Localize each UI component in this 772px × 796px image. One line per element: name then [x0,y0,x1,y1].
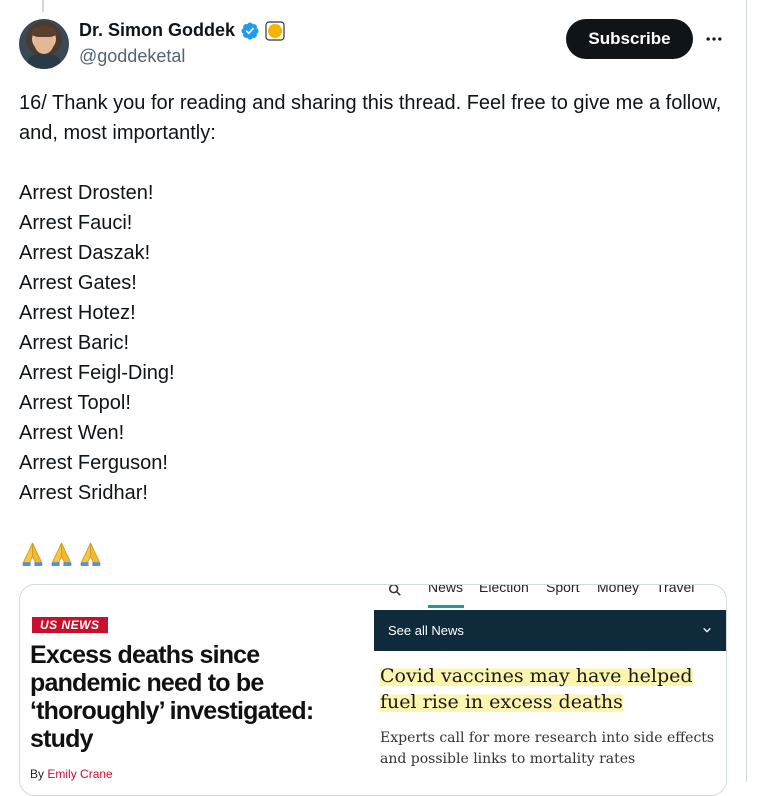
author-avatar[interactable] [19,19,69,69]
byline-author: Emily Crane [47,767,113,781]
chevron-down-icon [702,623,712,638]
see-all-label: See all News [388,623,464,638]
yellow-circle-icon [265,20,285,41]
author-name-row: Dr. Simon Goddek [79,20,285,41]
right-standfirst: Experts call for more research into side… [380,730,715,767]
list-item: Arrest Daszak! [19,242,151,264]
tweet-intro: 16/ Thank you for reading and sharing th… [19,92,722,144]
nav-item-travel: Travel [656,584,695,595]
news-screenshot-left: US NEWS Excess deaths since pandemic nee… [20,585,374,795]
media-attachment[interactable]: US NEWS Excess deaths since pandemic nee… [19,584,727,796]
list-item: Arrest Wen! [19,422,125,444]
list-item: Arrest Fauci! [19,212,133,234]
list-item: Arrest Sridhar! [19,482,148,504]
folded-hands-icon [48,540,75,567]
list-item: Arrest Drosten! [19,182,154,204]
nav-item-election: Election [479,584,529,595]
news-screenshot-right: News Election Sport Money Travel See all… [374,585,726,795]
emoji-row [19,540,104,567]
byline-prefix: By [30,767,45,781]
nav-item-news: News [428,584,464,595]
arrest-list: Arrest Drosten! Arrest Fauci! Arrest Das… [19,178,175,508]
folded-hands-icon [77,540,104,567]
list-item: Arrest Hotez! [19,302,136,324]
subscribe-button[interactable]: Subscribe [566,19,693,59]
author-display-name[interactable]: Dr. Simon Goddek [79,20,235,41]
timeline-border [746,0,747,782]
nav-item-sport: Sport [546,584,580,595]
search-icon [388,585,402,602]
see-all-bar: See all News [374,610,726,651]
byline: By Emily Crane [30,767,113,781]
list-item: Arrest Feigl-Ding! [19,362,175,384]
thread-connector-line [42,0,44,12]
list-item: Arrest Gates! [19,272,137,294]
folded-hands-icon [19,540,46,567]
section-tag: US NEWS [32,617,108,633]
more-options-icon[interactable] [702,27,726,51]
list-item: Arrest Topol! [19,392,131,414]
site-nav: News Election Sport Money Travel [374,584,726,608]
left-headline: Excess deaths since pandemic need to be … [30,641,314,753]
tweet-body: 16/ Thank you for reading and sharing th… [19,88,734,148]
nav-item-money: Money [597,584,640,595]
list-item: Arrest Ferguson! [19,452,168,474]
right-headline-text: Covid vaccines may have helped fuel rise… [380,665,693,713]
active-tab-indicator [428,605,464,608]
right-headline: Covid vaccines may have helped fuel rise… [380,663,700,715]
author-handle[interactable]: @goddeketal [79,46,185,67]
verified-badge-icon[interactable] [240,21,260,41]
list-item: Arrest Baric! [19,332,130,354]
